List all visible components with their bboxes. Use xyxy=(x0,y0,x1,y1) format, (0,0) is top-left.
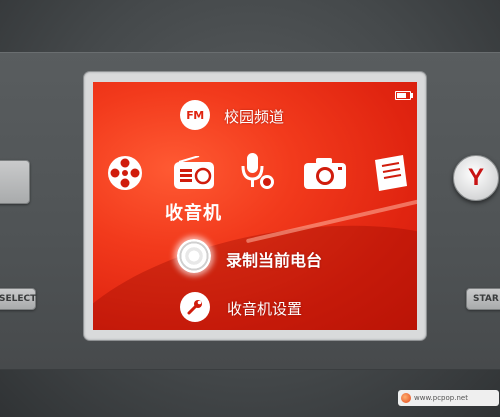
select-button[interactable]: SELECT xyxy=(0,288,36,310)
camera-icon[interactable] xyxy=(303,158,347,190)
radio-settings-label[interactable]: 收音机设置 xyxy=(227,298,302,319)
battery-icon xyxy=(395,91,413,100)
radio-icon[interactable] xyxy=(173,156,215,190)
left-shoulder-button[interactable] xyxy=(0,160,30,204)
start-button-label: STAR xyxy=(473,294,499,304)
wrench-icon[interactable] xyxy=(180,292,210,322)
y-button[interactable]: Y xyxy=(453,155,499,201)
select-button-label: SELECT xyxy=(0,294,37,304)
watermark: www.pcpop.net xyxy=(398,390,499,406)
screen: FM 校园频道 收音机 录制当前电台 收音机设置 xyxy=(93,82,417,330)
active-app-label: 收音机 xyxy=(165,203,222,224)
start-button[interactable]: STAR xyxy=(466,288,500,310)
wrench-glyph xyxy=(187,300,202,315)
y-button-label: Y xyxy=(467,164,484,191)
notebook-icon[interactable] xyxy=(373,154,409,192)
microphone-icon[interactable] xyxy=(239,152,279,192)
film-reel-icon[interactable] xyxy=(107,155,143,191)
fm-badge: FM xyxy=(186,108,204,122)
record-disc-icon[interactable] xyxy=(177,239,211,273)
fm-icon[interactable]: FM xyxy=(180,100,210,130)
campus-channel-label[interactable]: 校园频道 xyxy=(224,106,284,127)
record-current-station-label[interactable]: 录制当前电台 xyxy=(226,247,322,271)
watermark-text: www.pcpop.net xyxy=(414,394,468,402)
pcpop-logo-icon xyxy=(401,393,411,403)
